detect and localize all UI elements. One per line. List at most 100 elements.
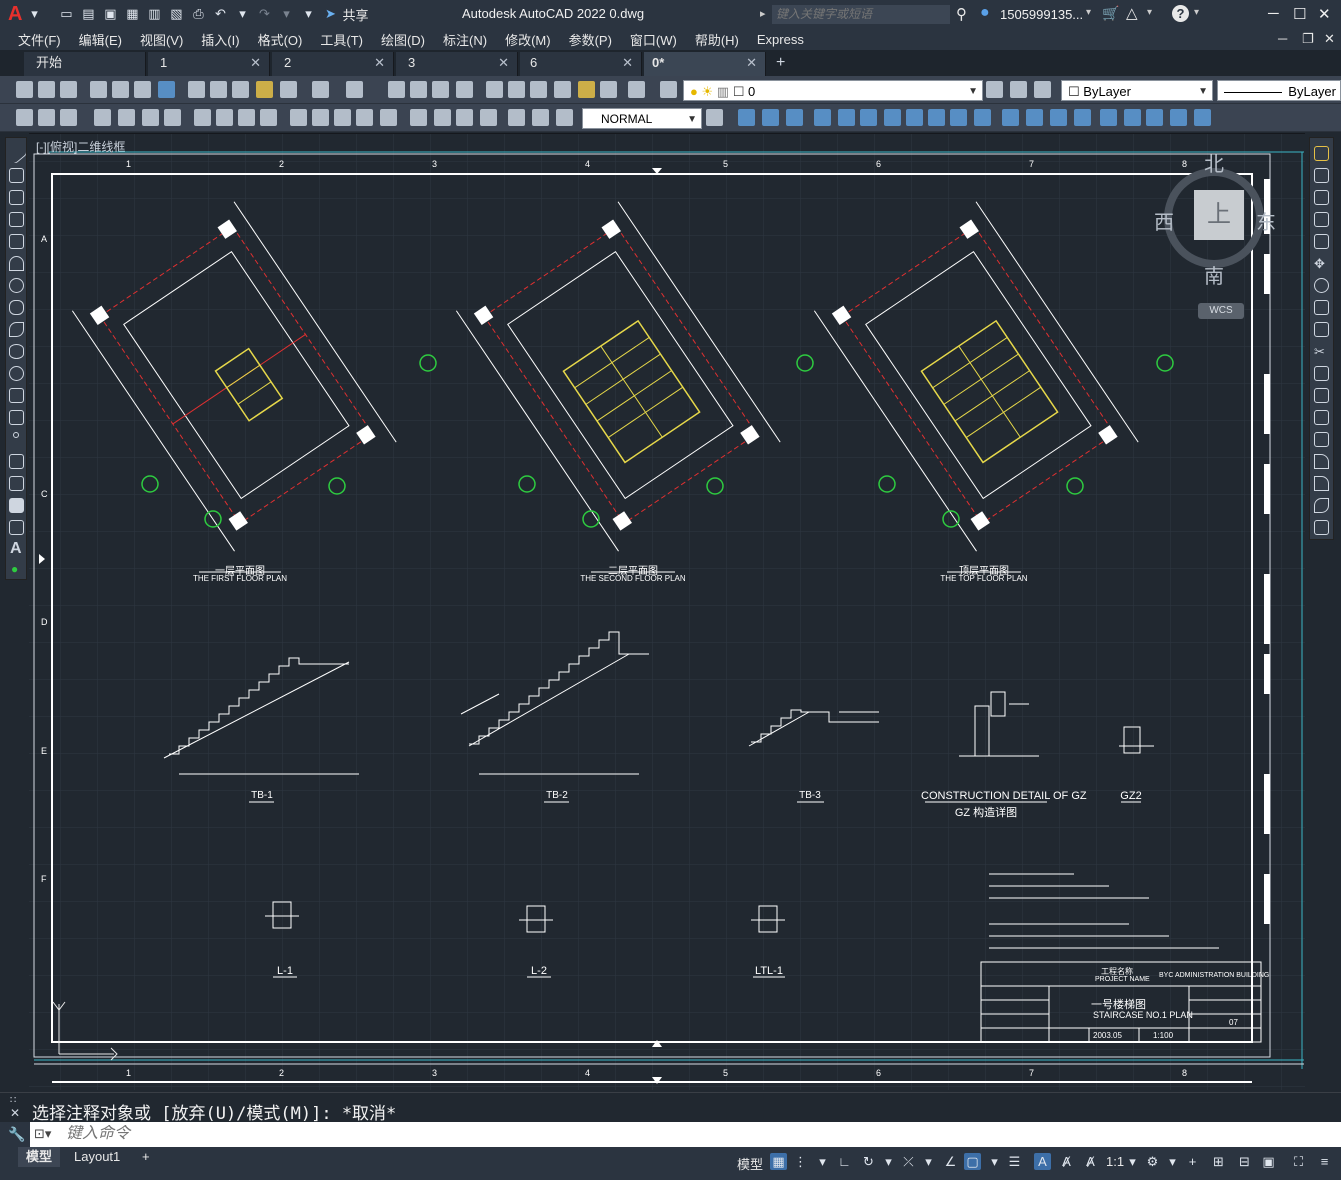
inspect-icon[interactable] [456, 109, 473, 126]
tool-palettes-icon[interactable] [530, 81, 547, 98]
blend-curves-icon[interactable] [1314, 498, 1329, 513]
subtract-icon[interactable] [762, 109, 779, 126]
annotation-visibility-icon[interactable]: A [1034, 1153, 1051, 1170]
calculator-icon[interactable] [600, 81, 617, 98]
tab-2[interactable]: 2 ✕ [272, 52, 394, 76]
tab-start[interactable]: 开始 [24, 52, 146, 76]
object-snap-icon[interactable]: ▢ [964, 1153, 981, 1170]
check-icon[interactable] [1146, 109, 1163, 126]
tab-0-active[interactable]: 0* ✕ [644, 52, 766, 76]
properties-icon[interactable] [486, 81, 503, 98]
tab-close-icon[interactable]: ✕ [374, 52, 385, 74]
doc-minimize-icon[interactable]: ─ [1278, 31, 1287, 46]
viewcube-top-face[interactable]: 上 [1194, 190, 1244, 240]
scale-icon[interactable] [1314, 300, 1329, 315]
text-style-dropdown[interactable]: NORMAL ▼ [582, 108, 702, 129]
dim-break-icon[interactable] [380, 109, 397, 126]
color-edges-icon[interactable] [1026, 109, 1043, 126]
object-snap-tracking-icon[interactable]: ∠ [942, 1153, 959, 1170]
angular-dim-icon[interactable] [260, 109, 277, 126]
undo-dropdown-icon[interactable]: ▾ [232, 5, 252, 23]
layer-dropdown[interactable]: ● ☀ ▥ ☐ 0 ▼ [683, 80, 983, 101]
title-expand-icon[interactable]: ▸ [760, 7, 766, 20]
open-icon[interactable] [38, 81, 55, 98]
menu-tools[interactable]: 工具(T) [320, 30, 363, 49]
add-annotation-icon[interactable]: + [1184, 1153, 1201, 1170]
share-label[interactable]: 共享 [342, 5, 368, 24]
wcs-button[interactable]: WCS [1198, 303, 1244, 319]
aligned-dim-icon[interactable] [118, 109, 135, 126]
plot-icon[interactable] [90, 81, 107, 98]
menu-help[interactable]: 帮助(H) [695, 30, 739, 49]
viewcube-west[interactable]: 西 [1154, 206, 1174, 235]
redo-icon[interactable]: ↷ [254, 5, 274, 23]
dim-style-icon[interactable] [60, 109, 77, 126]
imprint-icon[interactable] [1050, 109, 1067, 126]
cut-icon[interactable] [188, 81, 205, 98]
break-at-point-icon[interactable] [1314, 388, 1329, 403]
customize-qat-icon[interactable]: ▾ [298, 5, 318, 23]
osnap-dropdown-icon[interactable]: ▾ [986, 1153, 1003, 1170]
tolerance-icon[interactable] [410, 109, 427, 126]
fillet-icon[interactable] [1314, 476, 1329, 491]
user-name[interactable]: 1505999135... [1000, 7, 1083, 22]
3d-publish-icon[interactable] [158, 81, 175, 98]
markup-icon[interactable] [578, 81, 595, 98]
zoom-window-icon[interactable] [432, 81, 449, 98]
new-file-icon[interactable]: ▭ [56, 5, 76, 23]
publish-icon[interactable] [134, 81, 151, 98]
line-icon[interactable] [5, 142, 28, 165]
copy-object-icon[interactable] [1314, 168, 1329, 183]
lineweight-icon[interactable]: ☰ [1006, 1153, 1023, 1170]
app-menu-arrow-icon[interactable]: ▾ [24, 5, 44, 23]
grid-display-icon[interactable]: ▦ [770, 1153, 787, 1170]
save-as-icon[interactable]: ▦ [122, 5, 142, 23]
undo-icon[interactable] [312, 81, 329, 98]
menu-view[interactable]: 视图(V) [140, 30, 183, 49]
customize-wrench-icon[interactable]: 🔧 [8, 1126, 25, 1143]
dim-override-icon[interactable] [706, 109, 723, 126]
customize-status-icon[interactable]: ≡ [1316, 1153, 1333, 1170]
dim-space-icon[interactable] [356, 109, 373, 126]
drawing-canvas[interactable]: 1 2 3 4 5 6 7 8 1 2 3 4 5 6 7 8 A C D E … [29, 133, 1305, 1090]
quick-dimension-icon[interactable] [290, 109, 307, 126]
graphics-performance-icon[interactable]: ▣ [1260, 1153, 1277, 1170]
zoom-realtime-icon[interactable] [410, 81, 427, 98]
arc-length-icon[interactable] [142, 109, 159, 126]
dim-update-icon[interactable] [556, 109, 573, 126]
menu-dimension[interactable]: 标注(N) [443, 30, 487, 49]
extrude-faces-icon[interactable] [814, 109, 831, 126]
workspace-dropdown-icon[interactable]: ▾ [1164, 1153, 1181, 1170]
array-icon[interactable] [1314, 234, 1329, 249]
command-line[interactable]: ⊡▾ [30, 1122, 1341, 1147]
shell-icon[interactable] [1124, 109, 1141, 126]
close-icon[interactable]: ✕ [1318, 5, 1331, 23]
quick-dim-icon[interactable] [16, 109, 33, 126]
save-icon[interactable]: ▣ [100, 5, 120, 23]
region-icon[interactable] [9, 498, 24, 513]
menu-window[interactable]: 窗口(W) [630, 30, 677, 49]
doc-close-icon[interactable]: ✕ [1324, 31, 1335, 47]
offset-icon[interactable] [1314, 212, 1329, 227]
viewcube[interactable]: 北 南 西 东 上 [1154, 154, 1276, 288]
polar-dropdown-icon[interactable]: ▾ [880, 1153, 897, 1170]
menu-file[interactable]: 文件(F) [18, 30, 61, 49]
design-center-icon[interactable] [508, 81, 525, 98]
command-input[interactable] [66, 1125, 966, 1143]
gradient-icon[interactable] [9, 476, 24, 491]
minimize-icon[interactable]: ─ [1268, 5, 1279, 22]
union-icon[interactable] [738, 109, 755, 126]
table-icon[interactable] [9, 520, 24, 535]
match-properties-icon[interactable] [256, 81, 273, 98]
save-web-icon[interactable]: ▧ [166, 5, 186, 23]
intersect-icon[interactable] [786, 109, 803, 126]
help-dropdown-icon[interactable]: ▾ [1194, 7, 1199, 18]
model-tab[interactable]: 模型 [18, 1147, 61, 1167]
app-dropdown-icon[interactable]: ▾ [1147, 7, 1152, 18]
move-icon[interactable]: ✥ [1314, 256, 1329, 271]
copy-edges-icon[interactable] [1002, 109, 1019, 126]
revision-cloud-icon[interactable] [9, 300, 24, 315]
plot-icon[interactable]: ⎙ [188, 5, 208, 23]
tab-3[interactable]: 3 ✕ [396, 52, 518, 76]
linetype-dropdown[interactable]: ByLayer [1217, 80, 1341, 101]
